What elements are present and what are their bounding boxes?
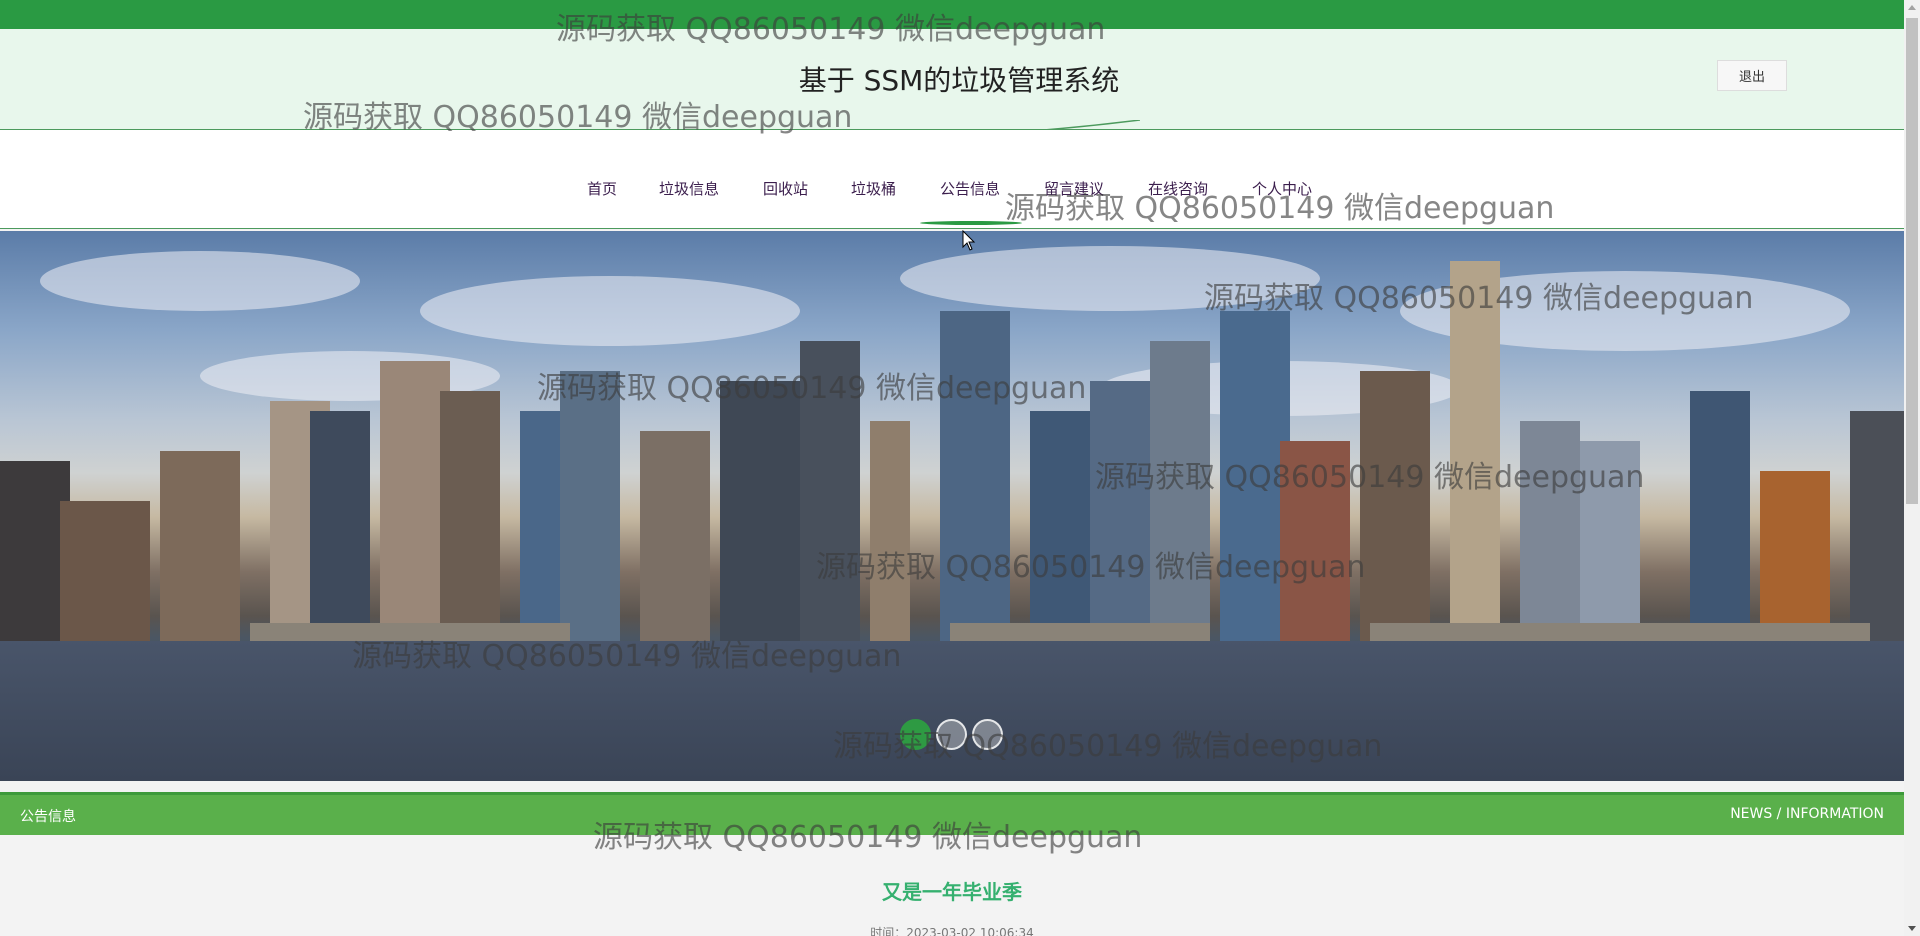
building-shape: [440, 391, 500, 641]
nav-item-garbage-info[interactable]: 垃圾信息: [659, 178, 719, 199]
mouse-cursor-icon: [962, 230, 976, 251]
building-shape: [640, 431, 710, 641]
cloud-shape: [420, 276, 800, 346]
cloud-shape: [900, 246, 1320, 311]
cloud-shape: [40, 251, 360, 311]
building-shape: [1850, 411, 1904, 641]
nav-item-announcements[interactable]: 公告信息: [940, 178, 1000, 199]
scroll-down-arrow-icon[interactable]: [1904, 920, 1920, 936]
building-shape: [940, 311, 1010, 641]
nav-item-home[interactable]: 首页: [587, 178, 617, 199]
building-shape: [870, 421, 910, 641]
carousel-dot-2[interactable]: [936, 719, 967, 750]
building-shape: [1360, 371, 1430, 641]
building-shape: [310, 411, 370, 641]
building-shape: [1150, 341, 1210, 641]
banner-carousel[interactable]: [0, 231, 1904, 781]
pier-shape: [250, 623, 570, 641]
carousel-dot-3[interactable]: [972, 719, 1003, 750]
building-shape: [1690, 391, 1750, 641]
building-shape: [160, 451, 240, 641]
section-subtitle: NEWS / INFORMATION: [1730, 806, 1884, 822]
nav-item-suggestions[interactable]: 留言建议: [1044, 178, 1104, 199]
pier-shape: [950, 623, 1210, 641]
scroll-thumb[interactable]: [1906, 18, 1918, 504]
top-strip: [0, 0, 1904, 29]
building-shape: [560, 371, 620, 641]
nav-item-recycle-station[interactable]: 回收站: [763, 178, 808, 199]
article-time: 时间：2023-03-02 10:06:34: [870, 926, 1034, 936]
section-header: 公告信息 NEWS / INFORMATION: [0, 792, 1904, 835]
logout-button[interactable]: 退出: [1717, 60, 1787, 91]
page-viewport: 基于 SSM的垃圾管理系统 退出 首页 垃圾信息 回收站 垃圾桶 公告信息 留言…: [0, 0, 1904, 936]
carousel-dot-1[interactable]: [900, 719, 931, 750]
pier-shape: [1370, 623, 1870, 641]
section-title: 公告信息: [20, 809, 76, 825]
nav-active-indicator: [920, 221, 1022, 225]
building-shape: [1520, 421, 1580, 641]
building-shape: [1280, 441, 1350, 641]
scroll-up-arrow-icon[interactable]: [1904, 0, 1920, 16]
building-shape: [1450, 261, 1500, 641]
building-shape: [800, 341, 860, 641]
article-title[interactable]: 又是一年毕业季: [0, 876, 1904, 905]
building-shape: [1090, 381, 1150, 641]
nav-item-online-consult[interactable]: 在线咨询: [1148, 178, 1208, 199]
building-shape: [60, 501, 150, 641]
site-header: 基于 SSM的垃圾管理系统 退出: [0, 29, 1904, 130]
building-shape: [1760, 471, 1830, 641]
nav-item-garbage-bin[interactable]: 垃圾桶: [851, 178, 896, 199]
main-nav: 首页 垃圾信息 回收站 垃圾桶 公告信息 留言建议 在线咨询 个人中心: [0, 130, 1904, 229]
site-title: 基于 SSM的垃圾管理系统: [798, 64, 1120, 97]
vertical-scrollbar[interactable]: [1904, 0, 1920, 936]
river-water: [0, 641, 1904, 781]
nav-item-personal-center[interactable]: 个人中心: [1252, 178, 1312, 199]
building-shape: [1580, 441, 1640, 641]
building-shape: [720, 381, 800, 641]
